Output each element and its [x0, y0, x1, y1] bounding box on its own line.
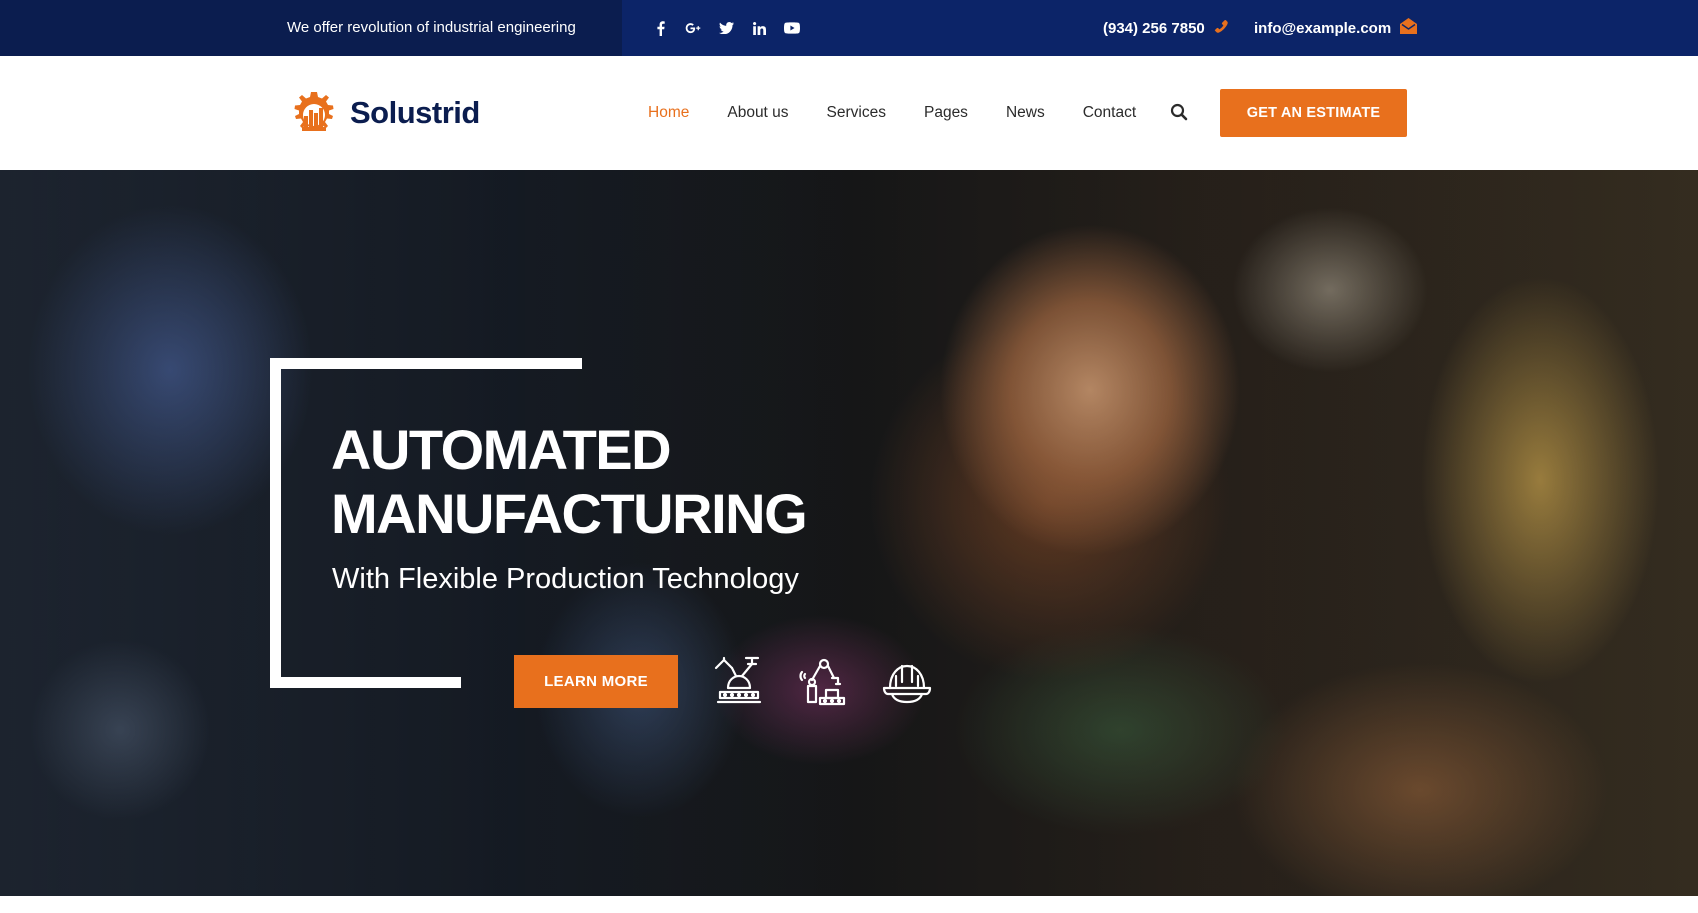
learn-more-button[interactable]: LEARN MORE [514, 655, 678, 708]
nav-item-news[interactable]: News [1006, 104, 1045, 122]
linkedin-icon[interactable] [751, 20, 767, 36]
google-plus-icon[interactable] [685, 20, 701, 36]
robot-arm-icon [796, 654, 850, 708]
get-estimate-button[interactable]: GET AN ESTIMATE [1220, 89, 1407, 137]
main-nav: Home About us Services Pages News Contac… [648, 56, 1174, 170]
nav-item-contact[interactable]: Contact [1083, 104, 1136, 122]
youtube-icon[interactable] [784, 20, 800, 36]
contact-phone[interactable]: (934) 256 7850 [1103, 0, 1229, 56]
phone-number: (934) 256 7850 [1103, 19, 1205, 37]
hero-background-image [0, 170, 1698, 896]
hard-hat-icon [880, 654, 934, 708]
tagline: We offer revolution of industrial engine… [287, 19, 576, 36]
site-header: Solustrid Home About us Services Pages N… [0, 56, 1698, 170]
logo-gear-icon [286, 88, 342, 139]
hero-slider: AUTOMATED MANUFACTURING With Flexible Pr… [0, 170, 1698, 896]
hero-title: AUTOMATED MANUFACTURING [331, 418, 808, 546]
twitter-icon[interactable] [718, 20, 734, 36]
hero-title-line-2: MANUFACTURING [331, 482, 808, 545]
top-bar-tagline-panel: We offer revolution of industrial engine… [0, 0, 622, 56]
nav-item-pages[interactable]: Pages [924, 104, 968, 122]
hero-subtitle: With Flexible Production Technology [332, 563, 799, 595]
logo-text: Solustrid [350, 95, 480, 130]
hero-title-line-1: AUTOMATED [331, 418, 672, 481]
nav-item-about-us[interactable]: About us [727, 104, 788, 122]
facebook-icon[interactable] [652, 20, 668, 36]
hero-feature-icons [712, 654, 934, 708]
envelope-icon [1400, 18, 1418, 38]
contact-email[interactable]: info@example.com [1254, 0, 1418, 56]
top-bar: We offer revolution of industrial engine… [0, 0, 1698, 56]
email-address: info@example.com [1254, 19, 1392, 37]
hero-frame-bottom [270, 677, 461, 688]
hero-frame-left [270, 358, 281, 688]
hero-frame-top [270, 358, 582, 369]
phone-icon [1214, 19, 1229, 38]
social-links [652, 0, 800, 56]
search-icon[interactable] [1170, 103, 1190, 123]
nav-item-services[interactable]: Services [827, 104, 886, 122]
robotic-assembly-icon [712, 654, 766, 708]
logo[interactable]: Solustrid [286, 90, 480, 136]
nav-item-home[interactable]: Home [648, 104, 689, 122]
